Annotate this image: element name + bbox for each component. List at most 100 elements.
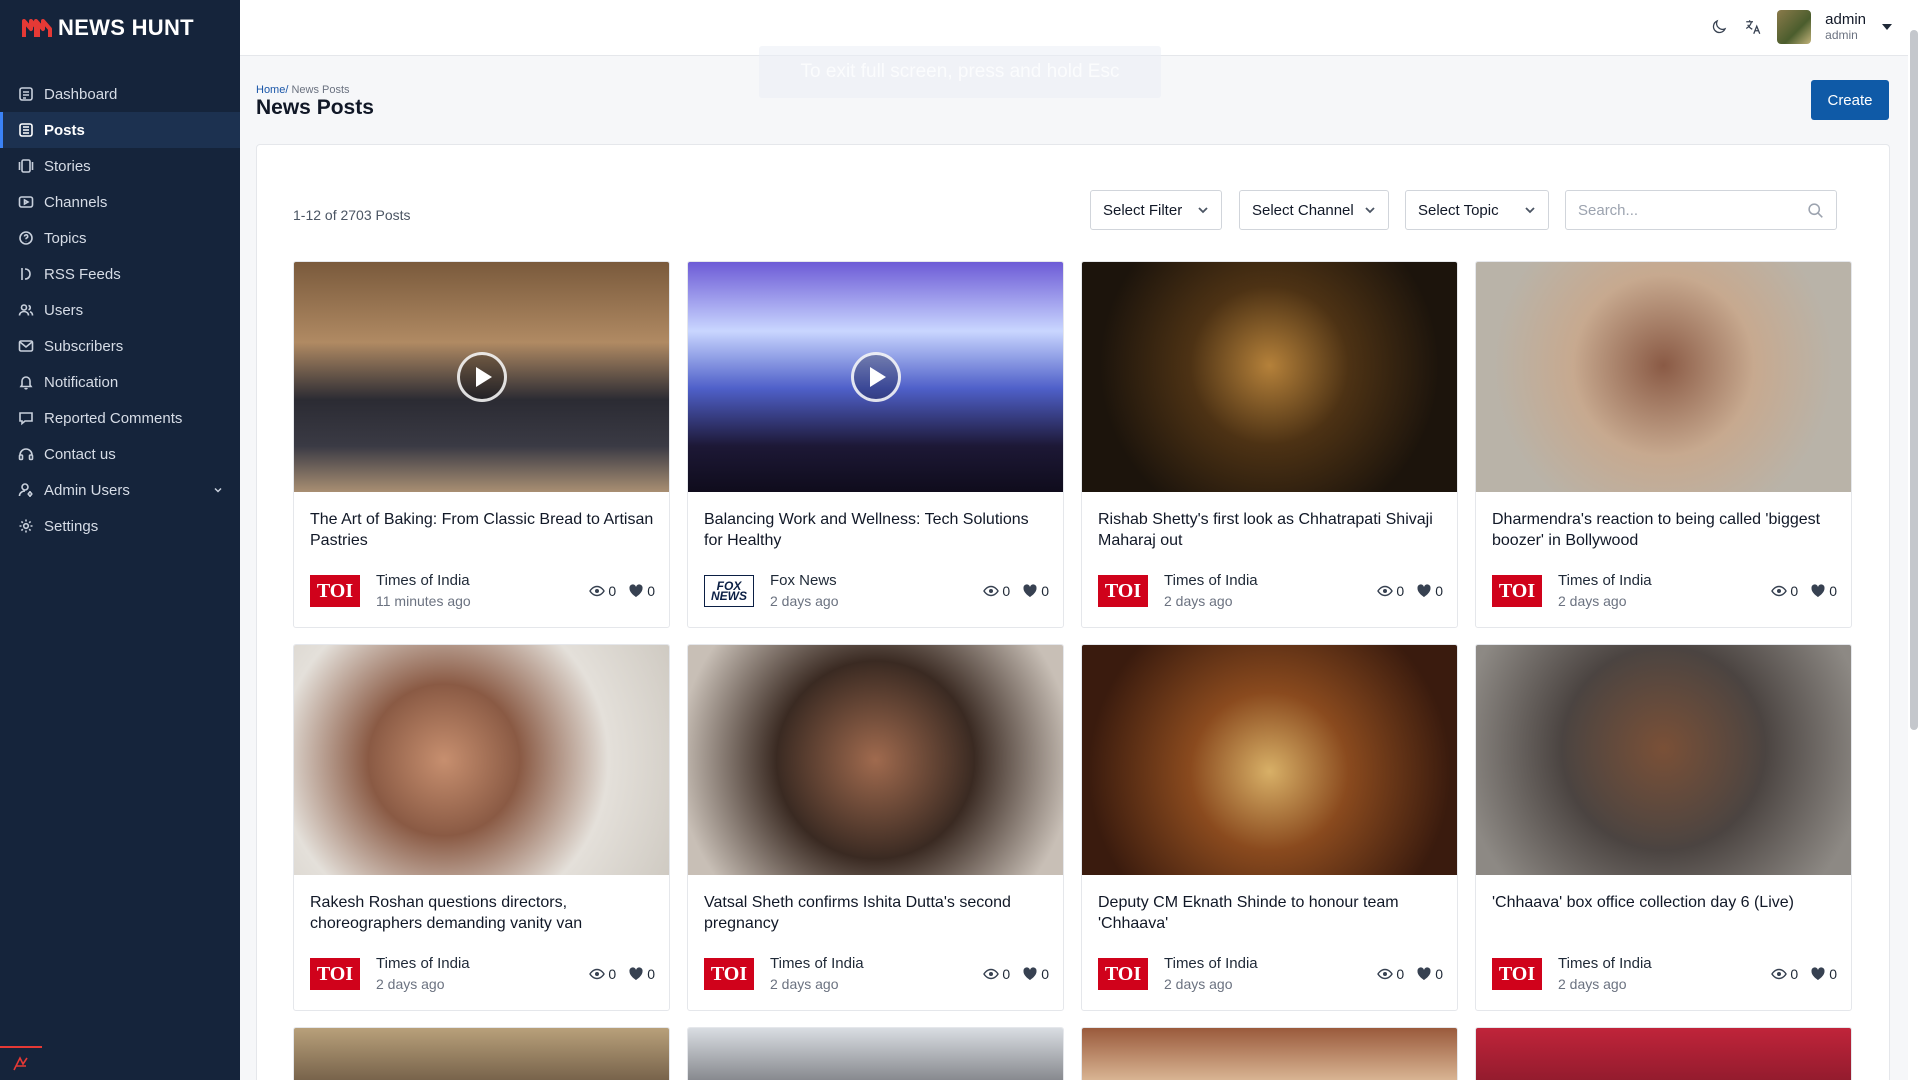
post-title[interactable]: Balancing Work and Wellness: Tech Soluti… [704,509,1049,551]
bell-icon [18,374,34,390]
post-thumbnail[interactable] [1082,1028,1457,1080]
sidebar-item-label: RSS Feeds [44,265,121,283]
source-name: Fox News [770,572,837,589]
avatar[interactable] [1777,10,1812,44]
breadcrumb-home-link[interactable]: Home/ [256,84,288,96]
post-card[interactable]: Deputy CM Eknath Shinde to honour team '… [1081,644,1458,1011]
source-name: Times of India [770,955,864,972]
sidebar-item-label: Reported Comments [44,409,183,427]
posts-panel: 1-12 of 2703 Posts Select Filter Select … [256,144,1890,1080]
search-icon[interactable] [1807,202,1824,219]
sidebar: NEWS HUNT Dashboard Posts Stories Channels T… [0,0,240,1080]
eye-icon [1771,585,1788,597]
admin-icon [18,482,34,498]
sidebar-item-settings[interactable]: Settings [0,508,240,544]
post-thumbnail[interactable] [688,262,1063,492]
post-card[interactable] [293,1027,670,1080]
views-count: 0 [1002,966,1011,982]
chevron-down-icon[interactable] [212,484,224,496]
sidebar-item-rss-feeds[interactable]: RSS Feeds [0,256,240,292]
post-card[interactable]: Rishab Shetty's first look as Chhatrapat… [1081,261,1458,628]
post-thumbnail[interactable] [294,645,669,875]
sidebar-item-label: Admin Users [44,481,130,499]
dark-mode-moon-icon[interactable] [1709,17,1729,37]
post-thumbnail[interactable] [688,645,1063,875]
post-card[interactable]: Dharmendra's reaction to being called 'b… [1475,261,1852,628]
post-title[interactable]: Rakesh Roshan questions directors, chore… [310,892,655,934]
post-meta: TOI Times of India 11 minutes ago 0 0 [310,570,655,612]
post-title[interactable]: The Art of Baking: From Classic Bread to… [310,509,655,551]
source-name: Times of India [376,955,470,972]
post-thumbnail[interactable] [1476,262,1851,492]
heart-icon [1417,967,1431,980]
source-name: Times of India [1558,572,1652,589]
sidebar-item-label: Channels [44,193,108,211]
views-count: 0 [1396,966,1405,982]
select-channel-dropdown[interactable]: Select Channel [1239,190,1389,230]
translate-icon[interactable] [1743,17,1763,37]
sidebar-item-subscribers[interactable]: Subscribers [0,328,240,364]
post-stats: 00 [589,583,655,599]
sidebar-item-reported-comments[interactable]: Reported Comments [0,400,240,436]
chevron-down-icon [1525,207,1535,214]
brand[interactable]: NEWS HUNT [0,0,240,56]
post-stats: 00 [1377,966,1443,982]
sidebar-item-stories[interactable]: Stories [0,148,240,184]
post-title[interactable]: Rishab Shetty's first look as Chhatrapat… [1098,509,1443,551]
user-info[interactable]: admin admin [1825,12,1866,42]
post-time: 2 days ago [770,976,839,992]
sidebar-footer-logo-icon[interactable] [0,1046,42,1080]
page-scrollbar[interactable] [1908,0,1920,1080]
post-title[interactable]: Vatsal Sheth confirms Ishita Dutta's sec… [704,892,1049,934]
post-card[interactable] [1081,1027,1458,1080]
sidebar-item-admin-users[interactable]: Admin Users [0,472,240,508]
post-thumbnail[interactable] [1082,645,1457,875]
post-card[interactable]: 'Chhaava' box office collection day 6 (L… [1475,644,1852,1011]
chevron-down-icon [1198,207,1208,214]
post-card[interactable]: Rakesh Roshan questions directors, chore… [293,644,670,1011]
select-filter-label: Select Filter [1103,201,1183,219]
post-thumbnail[interactable] [294,1028,669,1080]
post-meta: TOI Times of India 2 days ago 0 0 [1098,953,1443,995]
source-logo: TOI [310,958,360,990]
post-card[interactable] [687,1027,1064,1080]
post-title[interactable]: Dharmendra's reaction to being called 'b… [1492,509,1837,551]
scrollbar-thumb[interactable] [1910,30,1918,730]
chevron-down-icon[interactable] [1880,20,1894,34]
post-card[interactable]: Vatsal Sheth confirms Ishita Dutta's sec… [687,644,1064,1011]
post-meta: TOI Times of India 2 days ago 0 0 [1492,570,1837,612]
heart-icon [1023,584,1037,597]
source-name: Times of India [1164,572,1258,589]
post-title[interactable]: 'Chhaava' box office collection day 6 (L… [1492,892,1837,913]
sidebar-item-channels[interactable]: Channels [0,184,240,220]
sidebar-item-posts[interactable]: Posts [0,112,240,148]
post-thumbnail[interactable] [1476,645,1851,875]
mail-icon [18,338,34,354]
select-filter-dropdown[interactable]: Select Filter [1090,190,1222,230]
post-card[interactable] [1475,1027,1852,1080]
create-button[interactable]: Create [1811,80,1889,120]
heart-icon [1811,967,1825,980]
post-thumbnail[interactable] [1082,262,1457,492]
brand-name: NEWS HUNT [58,15,194,40]
sidebar-item-contact-us[interactable]: Contact us [0,436,240,472]
select-topic-dropdown[interactable]: Select Topic [1405,190,1549,230]
play-icon[interactable] [456,352,507,402]
sidebar-item-users[interactable]: Users [0,292,240,328]
post-thumbnail[interactable] [1476,1028,1851,1080]
sidebar-item-dashboard[interactable]: Dashboard [0,76,240,112]
contact-icon [18,446,34,462]
sidebar-item-topics[interactable]: Topics [0,220,240,256]
post-title[interactable]: Deputy CM Eknath Shinde to honour team '… [1098,892,1443,934]
sidebar-item-notification[interactable]: Notification [0,364,240,400]
play-icon[interactable] [850,352,901,402]
post-card[interactable]: The Art of Baking: From Classic Bread to… [293,261,670,628]
chevron-down-icon [1365,207,1375,214]
post-thumbnail[interactable] [688,1028,1063,1080]
source-info: Times of India 2 days ago [1164,571,1258,611]
post-card[interactable]: Balancing Work and Wellness: Tech Soluti… [687,261,1064,628]
post-thumbnail[interactable] [294,262,669,492]
source-info: Times of India 2 days ago [1558,954,1652,994]
source-name: Times of India [376,572,470,589]
search-input[interactable] [1578,201,1807,219]
